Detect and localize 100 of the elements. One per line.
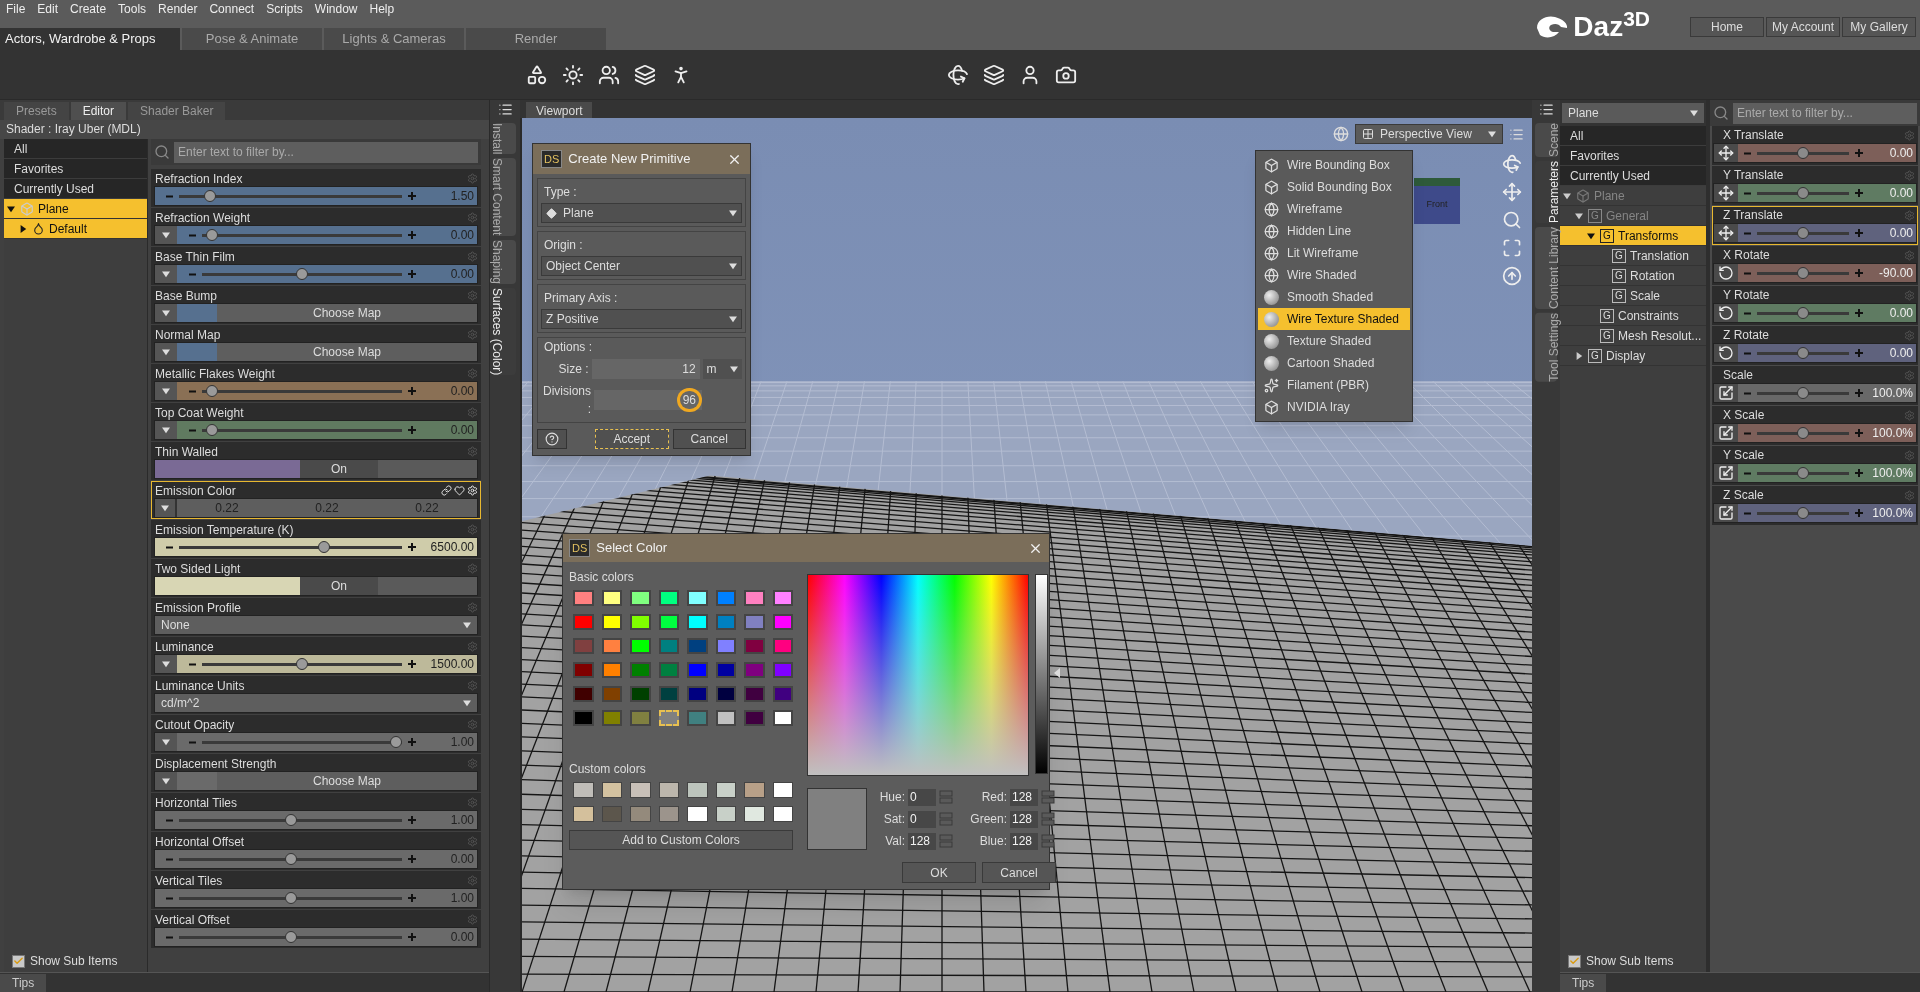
menu-item[interactable]: Wireframe bbox=[1258, 198, 1410, 220]
menu-button[interactable] bbox=[155, 655, 177, 673]
color-swatch[interactable] bbox=[687, 590, 708, 606]
filter-item[interactable]: Currently Used bbox=[4, 179, 147, 199]
color-swatch[interactable] bbox=[715, 710, 736, 726]
slider-control[interactable]: 0.00 bbox=[154, 225, 478, 245]
view-dropdown[interactable]: Perspective View bbox=[1355, 124, 1503, 144]
menu-item[interactable]: Edit bbox=[37, 0, 59, 18]
color-swatch[interactable] bbox=[715, 638, 736, 654]
parameter-value[interactable]: 100.0% bbox=[1869, 464, 1913, 482]
menu-item[interactable]: Lit Wireframe bbox=[1258, 242, 1410, 264]
color-swatch[interactable] bbox=[573, 782, 594, 798]
slider-control[interactable]: 0.00 bbox=[154, 849, 478, 869]
number-field[interactable]: 128 bbox=[1010, 788, 1038, 806]
color-swatch[interactable] bbox=[630, 782, 651, 798]
property-value[interactable]: 6500.00 bbox=[422, 538, 474, 556]
menu-button[interactable] bbox=[155, 382, 177, 400]
slider-thumb[interactable] bbox=[205, 424, 218, 436]
slider-thumb[interactable] bbox=[296, 658, 308, 670]
color-swatch[interactable] bbox=[630, 590, 651, 606]
property-value[interactable]: 0.00 bbox=[422, 850, 474, 868]
slider-thumb[interactable] bbox=[1797, 427, 1809, 439]
dialog-button[interactable]: Accept bbox=[595, 429, 669, 449]
layers-icon[interactable] bbox=[983, 63, 1005, 86]
color-swatch[interactable] bbox=[744, 614, 765, 630]
menu-item[interactable]: Smooth Shaded bbox=[1258, 286, 1410, 308]
color-swatch[interactable] bbox=[601, 686, 622, 702]
number-field[interactable]: 0 bbox=[908, 788, 936, 806]
color-swatch[interactable] bbox=[772, 638, 793, 654]
slider-control[interactable]: 0.00 bbox=[1713, 343, 1917, 363]
shapes-icon[interactable] bbox=[526, 63, 548, 86]
slider-thumb[interactable] bbox=[205, 385, 218, 397]
property-dropdown[interactable]: None bbox=[154, 615, 478, 635]
help-button[interactable] bbox=[537, 429, 567, 449]
color-swatch[interactable] bbox=[658, 806, 679, 822]
tree-item[interactable]: G Constraints bbox=[1560, 306, 1706, 326]
menu-item[interactable]: Wire Bounding Box bbox=[1258, 154, 1410, 176]
sun-icon[interactable] bbox=[562, 63, 584, 86]
slider-thumb[interactable] bbox=[284, 892, 297, 904]
slider-control[interactable]: 0.00 bbox=[1713, 303, 1917, 323]
color-swatch[interactable] bbox=[772, 662, 793, 678]
move-icon[interactable] bbox=[1502, 182, 1522, 202]
slider-control[interactable]: 1.50 bbox=[154, 186, 478, 206]
choose-map-button[interactable]: Choose Map bbox=[217, 343, 477, 361]
tree-item[interactable]: G Mesh Resolut... bbox=[1560, 326, 1706, 346]
dialog-button[interactable]: Cancel bbox=[982, 862, 1056, 883]
tree-item[interactable]: G Rotation bbox=[1560, 266, 1706, 286]
filter-item[interactable]: Favorites bbox=[4, 159, 147, 179]
color-swatch[interactable] bbox=[744, 638, 765, 654]
color-swatch[interactable] bbox=[772, 686, 793, 702]
slider-control[interactable]: 1.00 bbox=[154, 810, 478, 830]
color-swatch[interactable] bbox=[601, 782, 622, 798]
number-field[interactable]: 0 bbox=[908, 810, 936, 828]
unit-dropdown[interactable]: m bbox=[702, 359, 742, 379]
checkbox[interactable] bbox=[1568, 954, 1581, 968]
parameter-value[interactable]: 0.00 bbox=[1869, 304, 1913, 322]
color-swatch[interactable] bbox=[601, 710, 622, 726]
property-dropdown[interactable]: cd/m^2 bbox=[154, 693, 478, 713]
color-swatch[interactable] bbox=[658, 590, 679, 606]
color-swatch[interactable] bbox=[715, 614, 736, 630]
tree-item[interactable]: Default bbox=[4, 219, 147, 239]
panel-tab[interactable]: Shader Baker bbox=[128, 102, 226, 120]
color-swatch[interactable] bbox=[658, 638, 679, 654]
color-swatch[interactable] bbox=[687, 638, 708, 654]
menu-button[interactable] bbox=[155, 226, 177, 244]
layers-icon[interactable] bbox=[634, 63, 656, 86]
menu-item[interactable]: Tools bbox=[118, 0, 147, 18]
choose-map-button[interactable]: Choose Map bbox=[217, 772, 477, 790]
property-value[interactable]: 0.00 bbox=[422, 382, 474, 400]
slider-track[interactable] bbox=[202, 736, 402, 748]
color-spectrum[interactable] bbox=[807, 574, 1029, 776]
menu-item[interactable]: NVIDIA Iray bbox=[1258, 396, 1410, 418]
color-swatch[interactable] bbox=[687, 662, 708, 678]
property-value[interactable]: 1500.00 bbox=[422, 655, 474, 673]
slider-thumb[interactable] bbox=[390, 736, 402, 748]
account-button[interactable]: Home bbox=[1690, 17, 1764, 37]
slider-control[interactable]: 6500.00 bbox=[154, 537, 478, 557]
minus-icon[interactable] bbox=[166, 545, 173, 549]
room-tab[interactable]: Actors, Wardrobe & Props bbox=[0, 28, 180, 50]
toggle-switch[interactable]: On bbox=[299, 577, 378, 595]
color-swatch[interactable] bbox=[715, 590, 736, 606]
color-swatch[interactable] bbox=[658, 662, 679, 678]
search-icon[interactable] bbox=[1713, 105, 1729, 121]
slider-control[interactable]: 0.00 bbox=[1713, 183, 1917, 203]
menu-item[interactable]: Hidden Line bbox=[1258, 220, 1410, 242]
slider-control[interactable]: 0.00 bbox=[154, 420, 478, 440]
menu-item[interactable]: Scripts bbox=[266, 0, 303, 18]
filter-item[interactable]: All bbox=[4, 139, 147, 159]
color-swatch[interactable] bbox=[601, 638, 622, 654]
property-value[interactable]: 0.00 bbox=[422, 226, 474, 244]
slider-control[interactable]: 1.00 bbox=[154, 732, 478, 752]
slider-thumb[interactable] bbox=[284, 814, 297, 826]
parameter-value[interactable]: -90.00 bbox=[1869, 264, 1913, 282]
property-value[interactable]: 0.00 bbox=[422, 928, 474, 946]
panel-menu-icon[interactable] bbox=[497, 102, 513, 117]
slider-thumb[interactable] bbox=[1797, 267, 1809, 279]
panel-tab[interactable]: Presets bbox=[4, 102, 69, 120]
color-swatch[interactable] bbox=[687, 686, 708, 702]
color-swatch[interactable] bbox=[573, 710, 594, 726]
tips-tab[interactable]: Tips bbox=[1560, 973, 1607, 992]
